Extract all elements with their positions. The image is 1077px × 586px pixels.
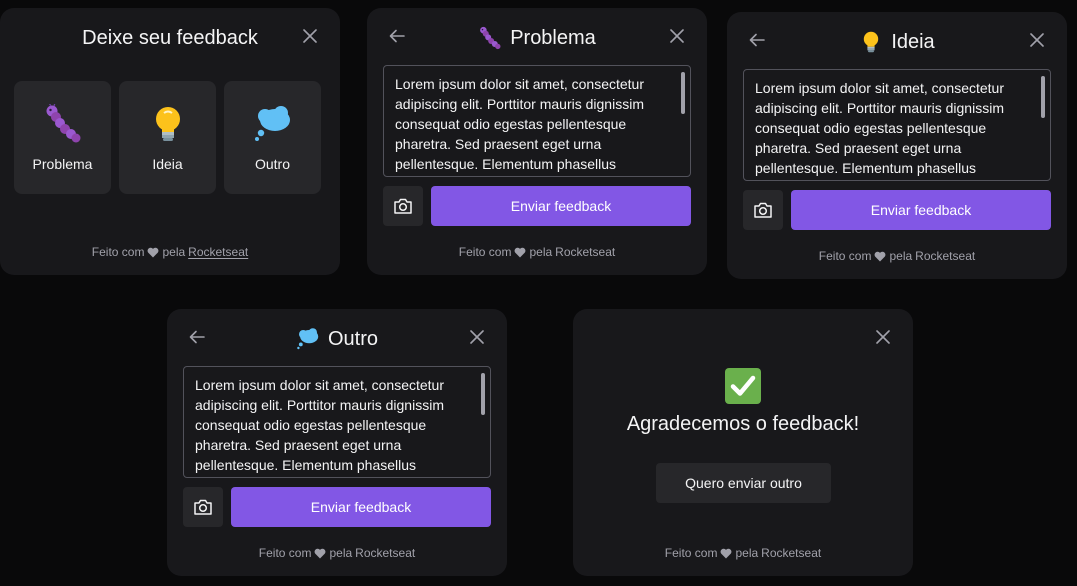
check-mark-icon — [725, 368, 761, 404]
type-idea-button[interactable]: Ideia — [119, 81, 216, 194]
card-title: Deixe seu feedback — [0, 24, 340, 52]
form-actions: Enviar feedback — [383, 186, 691, 226]
rocketseat-link[interactable]: Rocketseat — [355, 546, 415, 560]
heart-icon — [315, 548, 326, 558]
close-icon[interactable] — [300, 26, 320, 46]
lightbulb-icon — [155, 106, 180, 141]
comment-textarea[interactable]: Lorem ipsum dolor sit amet, consectetur … — [383, 65, 691, 177]
caterpillar-icon — [480, 26, 501, 50]
comment-text: Lorem ipsum dolor sit amet, consectetur … — [395, 76, 644, 172]
heart-icon — [515, 247, 526, 257]
thought-balloon-icon — [297, 328, 319, 350]
title-text: Deixe seu feedback — [82, 26, 258, 49]
footer-suffix: pela — [162, 245, 186, 259]
card-title: Outro — [167, 325, 507, 353]
send-feedback-button[interactable]: Enviar feedback — [791, 190, 1051, 230]
textarea-scrollbar[interactable] — [1041, 76, 1045, 118]
heart-icon — [875, 251, 886, 261]
screenshot-button[interactable] — [743, 190, 783, 230]
comment-textarea[interactable]: Lorem ipsum dolor sit amet, consectetur … — [743, 69, 1051, 181]
type-label: Ideia — [152, 155, 183, 172]
success-title: Agradecemos o feedback! — [626, 413, 860, 435]
comment-text: Lorem ipsum dolor sit amet, consectetur … — [755, 80, 1004, 176]
footer-prefix: Feito com — [818, 249, 872, 263]
feedback-type-card: Deixe seu feedback Problema Ideia Outro … — [0, 8, 340, 275]
send-feedback-button[interactable]: Enviar feedback — [231, 487, 491, 527]
textarea-scrollbar[interactable] — [681, 72, 685, 114]
camera-icon — [194, 499, 212, 515]
feedback-form-card: Problema Lorem ipsum dolor sit amet, con… — [367, 8, 707, 275]
footer: Feito com pela Rocketseat — [727, 249, 1067, 263]
caterpillar-icon — [46, 103, 80, 142]
close-icon[interactable] — [873, 327, 893, 347]
camera-icon — [394, 198, 412, 214]
rocketseat-link[interactable]: Rocketseat — [915, 249, 975, 263]
footer-prefix: Feito com — [258, 546, 312, 560]
footer: Feito com pela Rocketseat — [573, 546, 913, 560]
card-title: Ideia — [727, 28, 1067, 56]
footer: Feito com pela Rocketseat — [0, 245, 340, 259]
footer-suffix: pela — [889, 249, 913, 263]
heart-icon — [148, 247, 159, 257]
footer-suffix: pela — [735, 546, 759, 560]
card-title: Problema — [367, 24, 707, 52]
screenshot-button[interactable] — [383, 186, 423, 226]
footer-suffix: pela — [529, 245, 553, 259]
type-problem-button[interactable]: Problema — [14, 81, 111, 194]
footer: Feito com pela Rocketseat — [367, 245, 707, 259]
feedback-types: Problema Ideia Outro — [14, 81, 321, 194]
type-other-button[interactable]: Outro — [224, 81, 321, 194]
close-icon[interactable] — [667, 26, 687, 46]
footer: Feito com pela Rocketseat — [167, 546, 507, 560]
type-label: Problema — [32, 155, 93, 172]
thought-balloon-icon — [254, 105, 290, 141]
comment-textarea[interactable]: Lorem ipsum dolor sit amet, consectetur … — [183, 366, 491, 478]
title-text: Outro — [327, 327, 379, 350]
footer-prefix: Feito com — [91, 245, 145, 259]
type-label: Outro — [254, 155, 290, 172]
textarea-scrollbar[interactable] — [481, 373, 485, 415]
rocketseat-link[interactable]: Rocketseat — [761, 546, 821, 560]
form-actions: Enviar feedback — [183, 487, 491, 527]
footer-prefix: Feito com — [664, 546, 718, 560]
rocketseat-link[interactable]: Rocketseat — [188, 245, 248, 259]
feedback-form-card: Ideia Lorem ipsum dolor sit amet, consec… — [727, 12, 1067, 279]
close-icon[interactable] — [467, 327, 487, 347]
feedback-form-card: Outro Lorem ipsum dolor sit amet, consec… — [167, 309, 507, 576]
camera-icon — [754, 202, 772, 218]
feedback-success-card: Agradecemos o feedback! Quero enviar out… — [573, 309, 913, 576]
rocketseat-link[interactable]: Rocketseat — [555, 245, 615, 259]
close-icon[interactable] — [1027, 30, 1047, 50]
title-text: Ideia — [891, 30, 935, 53]
heart-icon — [721, 548, 732, 558]
send-another-button[interactable]: Quero enviar outro — [656, 463, 831, 503]
footer-prefix: Feito com — [458, 245, 512, 259]
lightbulb-icon — [864, 31, 879, 53]
screenshot-button[interactable] — [183, 487, 223, 527]
form-actions: Enviar feedback — [743, 190, 1051, 230]
comment-text: Lorem ipsum dolor sit amet, consectetur … — [195, 377, 444, 473]
title-text: Problema — [510, 26, 596, 49]
footer-suffix: pela — [329, 546, 353, 560]
send-feedback-button[interactable]: Enviar feedback — [431, 186, 691, 226]
